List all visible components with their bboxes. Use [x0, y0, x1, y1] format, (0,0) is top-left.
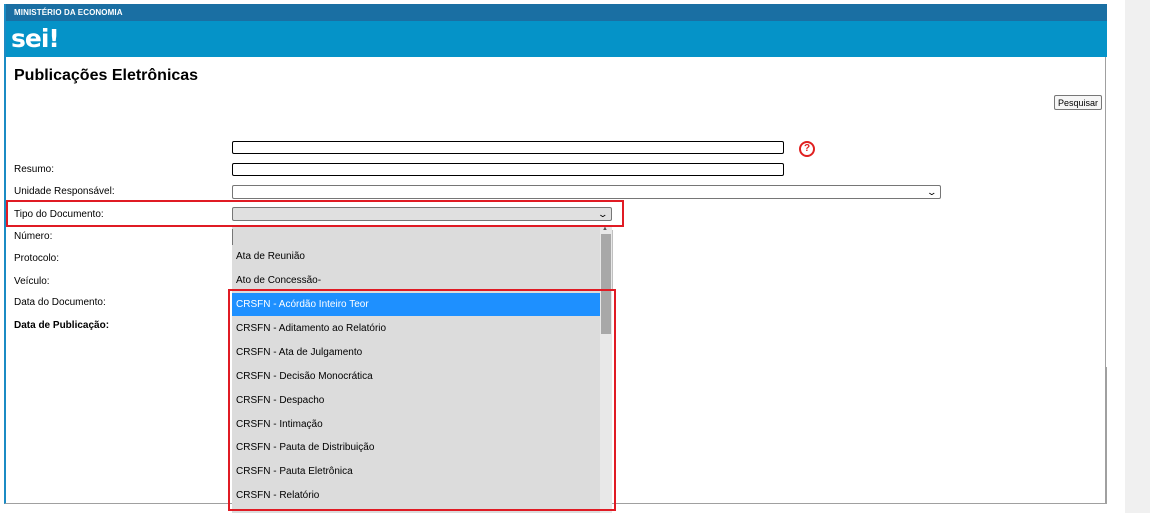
field-edge: [612, 230, 613, 290]
page-scrollbar-area[interactable]: [1125, 0, 1150, 513]
header-strip: [6, 4, 1107, 21]
page-title: Publicações Eletrônicas: [14, 67, 199, 84]
sei-logo: sei!: [11, 24, 60, 53]
search-text-field[interactable]: [232, 141, 784, 154]
list-item-blank[interactable]: [232, 229, 599, 245]
frame-edge: [1106, 367, 1107, 504]
numero-label: Número:: [14, 231, 53, 242]
header-band: [6, 21, 1107, 57]
unidade-select[interactable]: ⌄: [232, 185, 941, 199]
question-circle-icon[interactable]: ?: [799, 141, 815, 157]
veiculo-label: Veículo:: [14, 276, 50, 287]
data-documento-label: Data do Documento:: [14, 297, 106, 308]
search-button[interactable]: Pesquisar: [1054, 95, 1102, 110]
resumo-label: Resumo:: [14, 164, 55, 175]
highlight-box-options: [228, 289, 616, 511]
ministry-label: MINISTÉRIO DA ECONOMIA: [14, 8, 123, 17]
resumo-field[interactable]: [232, 163, 784, 176]
unidade-label: Unidade Responsável:: [14, 186, 115, 197]
highlight-box-tipo: [6, 200, 624, 227]
list-item[interactable]: Ata de Reunião: [232, 245, 600, 268]
data-publicacao-label: Data de Publicação:: [14, 320, 110, 331]
protocolo-label: Protocolo:: [14, 253, 60, 264]
chevron-down-icon: ⌄: [926, 187, 938, 197]
